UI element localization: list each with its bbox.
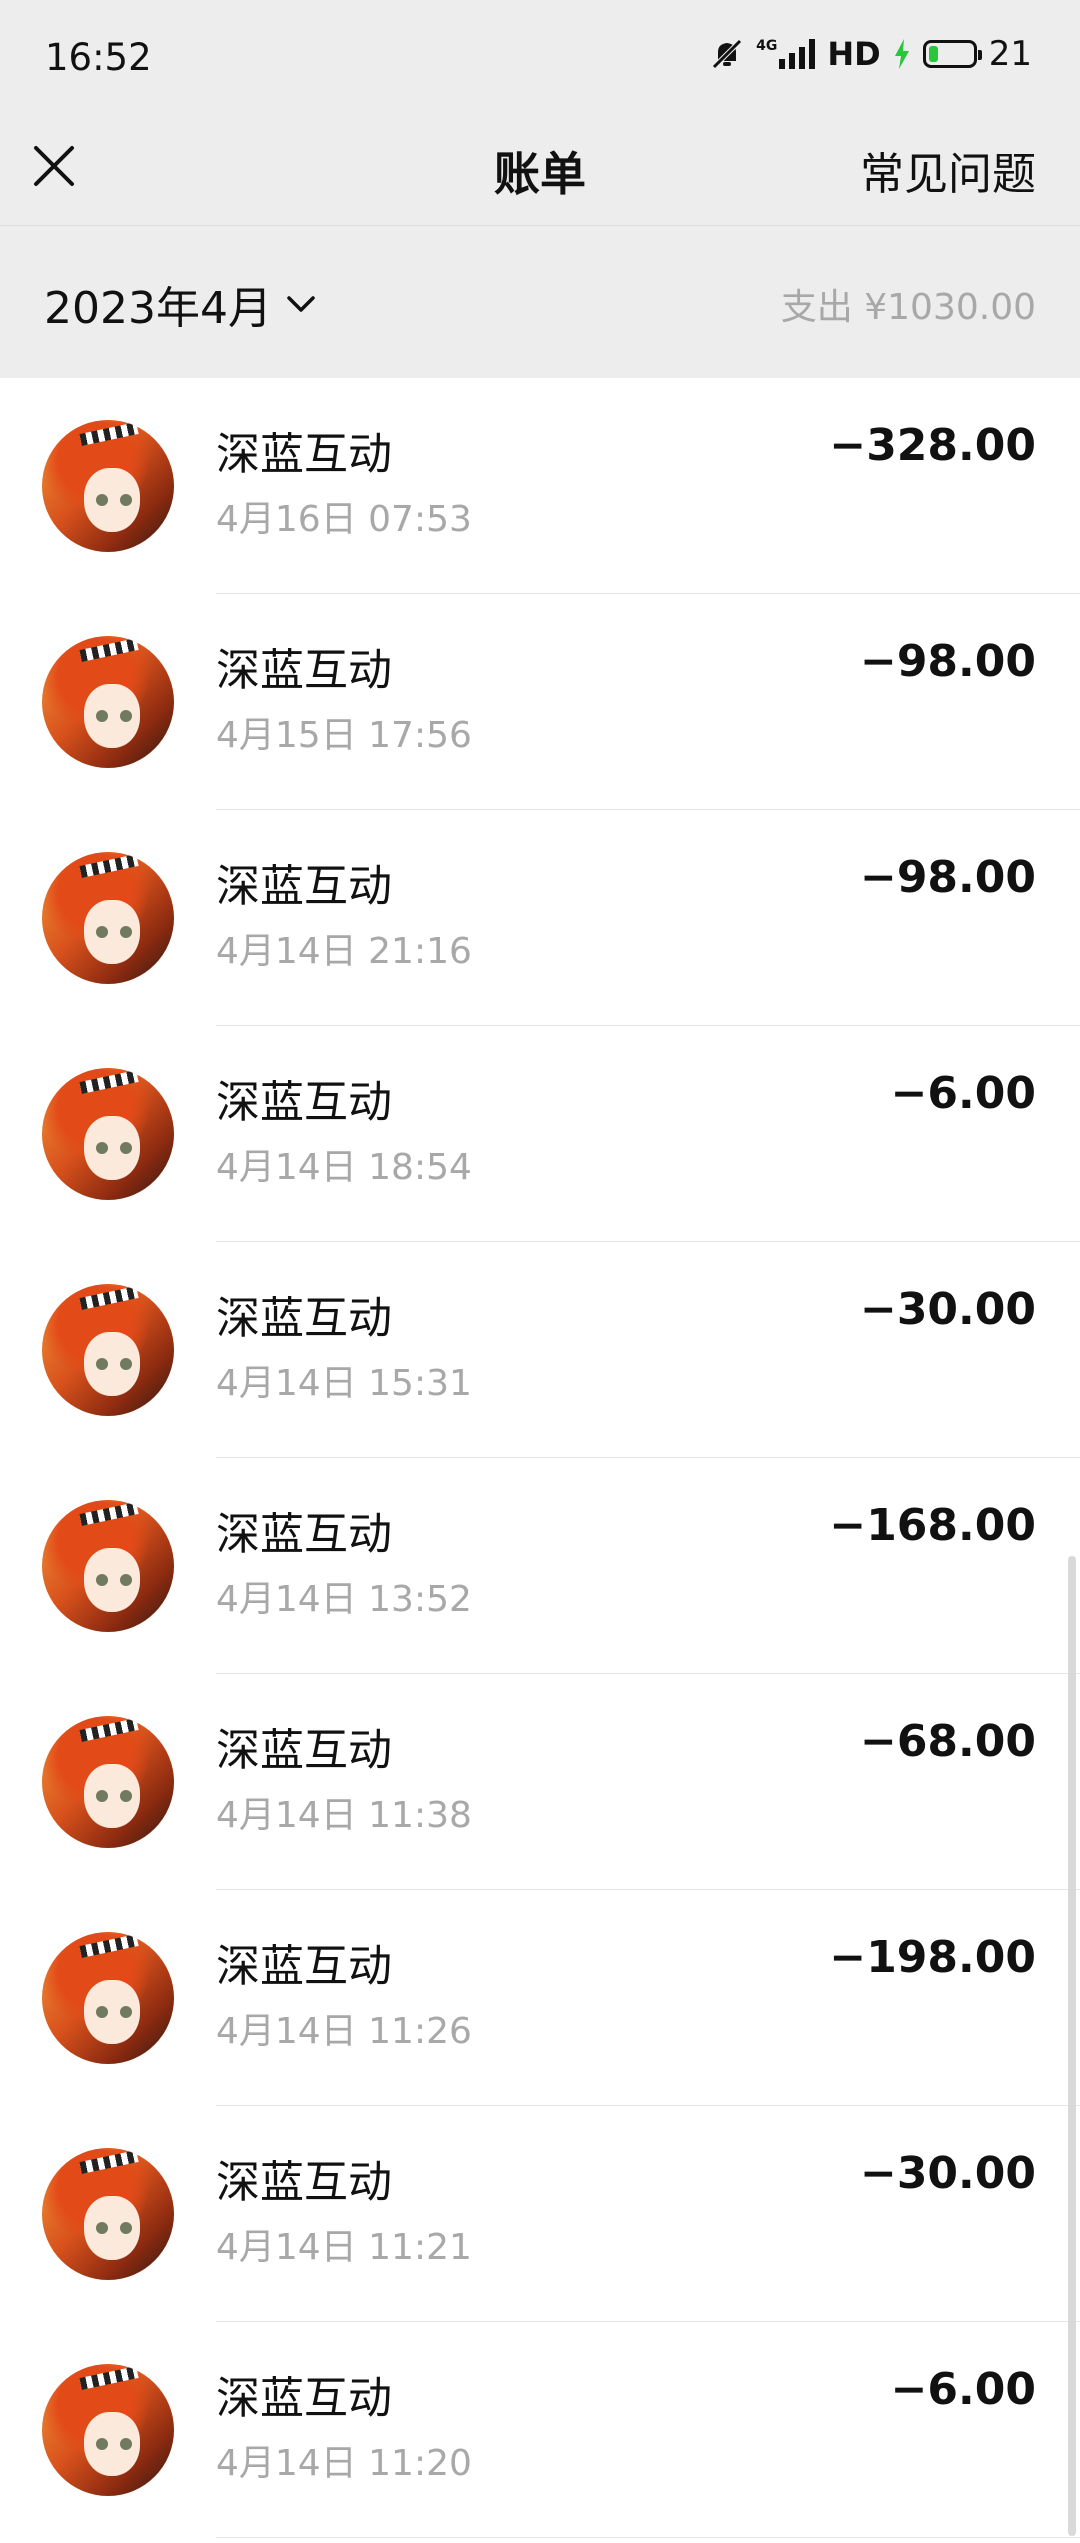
merchant-name: 深蓝互动 [216,2373,392,2424]
merchant-name: 深蓝互动 [216,1293,392,1344]
transaction-list: 深蓝互动 4月16日 07:53 −328.00 深蓝互动 4月15日 17:5… [0,378,1080,2538]
month-expense-total: 支出 ¥1030.00 [780,287,1036,328]
merchant-name: 深蓝互动 [216,645,392,696]
transaction-date: 4月14日 18:54 [216,1147,472,1188]
merchant-name: 深蓝互动 [216,1725,392,1776]
charging-icon [894,39,909,69]
month-selector[interactable]: 2023年4月 [44,272,316,336]
transaction-amount: −6.00 [890,1068,1036,1119]
transaction-amount: −30.00 [859,2148,1036,2199]
merchant-avatar [42,2148,174,2280]
faq-link[interactable]: 常见问题 [860,138,1036,202]
transaction-row[interactable]: 深蓝互动 4月14日 11:21 −30.00 [0,2106,1080,2322]
merchant-avatar [42,1716,174,1848]
transaction-amount: −98.00 [859,852,1036,903]
transaction-row[interactable]: 深蓝互动 4月14日 11:38 −68.00 [0,1674,1080,1890]
transaction-amount: −68.00 [859,1716,1036,1767]
transaction-row[interactable]: 深蓝互动 4月14日 18:54 −6.00 [0,1026,1080,1242]
transaction-amount: −6.00 [890,2364,1036,2415]
battery-icon [922,40,982,68]
merchant-name: 深蓝互动 [216,429,392,480]
transaction-amount: −98.00 [859,636,1036,687]
transaction-date: 4月15日 17:56 [216,715,472,756]
nav-bar: 账单 常见问题 [0,118,1080,226]
merchant-name: 深蓝互动 [216,861,392,912]
merchant-avatar [42,1932,174,2064]
transaction-row[interactable]: 深蓝互动 4月15日 17:56 −98.00 [0,594,1080,810]
transaction-amount: −198.00 [829,1932,1036,1983]
merchant-name: 深蓝互动 [216,2157,392,2208]
signal-icon: 4G [756,38,816,69]
transaction-row[interactable]: 深蓝互动 4月14日 13:52 −168.00 [0,1458,1080,1674]
merchant-avatar [42,636,174,768]
divider [216,2537,1080,2538]
chevron-down-icon [287,296,315,312]
merchant-name: 深蓝互动 [216,1941,392,1992]
transaction-date: 4月14日 21:16 [216,931,472,972]
merchant-name: 深蓝互动 [216,1077,392,1128]
merchant-avatar [42,1500,174,1632]
transaction-amount: −328.00 [829,420,1036,471]
merchant-avatar [42,1068,174,1200]
status-time: 16:52 [45,36,152,79]
transaction-row[interactable]: 深蓝互动 4月14日 15:31 −30.00 [0,1242,1080,1458]
transaction-date: 4月14日 13:52 [216,1579,472,1620]
transaction-row[interactable]: 深蓝互动 4月14日 21:16 −98.00 [0,810,1080,1026]
merchant-avatar [42,420,174,552]
month-bar: 2023年4月 支出 ¥1030.00 [0,226,1080,378]
hd-label: HD [827,35,881,73]
month-label: 2023年4月 [44,283,272,334]
transaction-date: 4月14日 11:38 [216,1795,472,1836]
transaction-date: 4月14日 11:26 [216,2011,472,2052]
transaction-date: 4月14日 15:31 [216,1363,472,1404]
merchant-avatar [42,2364,174,2496]
status-bar: 16:52 4G HD 21 [0,0,1080,118]
merchant-name: 深蓝互动 [216,1509,392,1560]
transaction-date: 4月14日 11:20 [216,2443,472,2484]
scrollbar[interactable] [1068,1556,1076,2536]
transaction-row[interactable]: 深蓝互动 4月14日 11:20 −6.00 [0,2322,1080,2538]
transaction-amount: −30.00 [859,1284,1036,1335]
transaction-row[interactable]: 深蓝互动 4月14日 11:26 −198.00 [0,1890,1080,2106]
transaction-row[interactable]: 深蓝互动 4月16日 07:53 −328.00 [0,378,1080,594]
transaction-date: 4月14日 11:21 [216,2227,472,2268]
transaction-amount: −168.00 [829,1500,1036,1551]
network-label: 4G [756,38,778,54]
status-icons: 4G HD 21 [710,34,1032,74]
mute-icon [712,39,742,69]
battery-level: 21 [988,34,1032,74]
transaction-date: 4月16日 07:53 [216,499,472,540]
merchant-avatar [42,1284,174,1416]
merchant-avatar [42,852,174,984]
